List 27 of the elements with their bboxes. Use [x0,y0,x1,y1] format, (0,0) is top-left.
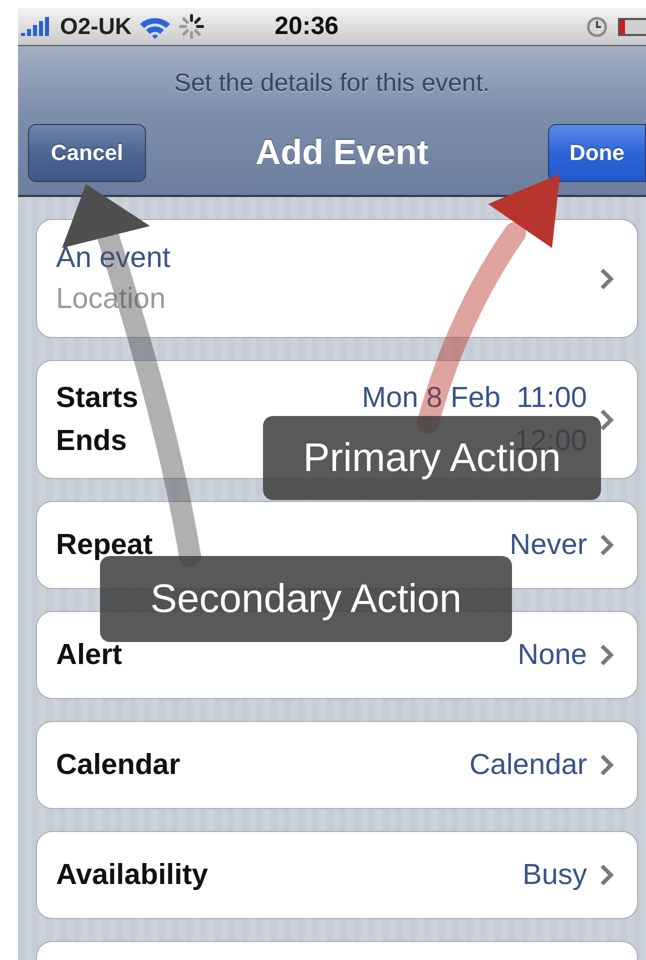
row-value: Calendar [469,748,587,782]
event-title: An event [56,242,172,274]
chevron-icon [599,408,615,432]
carrier-name: O2-UK [60,13,132,40]
row-value: Mon 8 Feb 11:00 [362,382,587,414]
row-label: Availability [56,858,208,892]
row-value: None [518,638,587,672]
done-button[interactable]: Done [548,124,646,182]
row-value: Busy [522,858,587,892]
chevron-icon [599,266,615,290]
row-label: Calendar [56,748,180,782]
annotation-label: Secondary Action [100,556,512,642]
row-value: Never [510,528,587,562]
prompt-text: Set the details for this event. [173,68,491,99]
clock-time: 20:36 [274,12,339,41]
chevron-icon [599,533,615,557]
row-label: Ends [56,424,128,458]
table-cell[interactable]: Calendar Calendar [36,721,638,809]
screen-title: Add Event [255,133,429,173]
chevron-icon [599,753,615,777]
cancel-button[interactable]: Cancel [28,124,146,182]
table-cell[interactable]: Availability Busy [36,831,638,919]
chevron-icon [599,863,615,887]
activity-spinner-icon [178,13,205,40]
chevron-icon [599,643,615,667]
row-label: Starts [56,382,138,414]
clock-icon [586,16,608,38]
